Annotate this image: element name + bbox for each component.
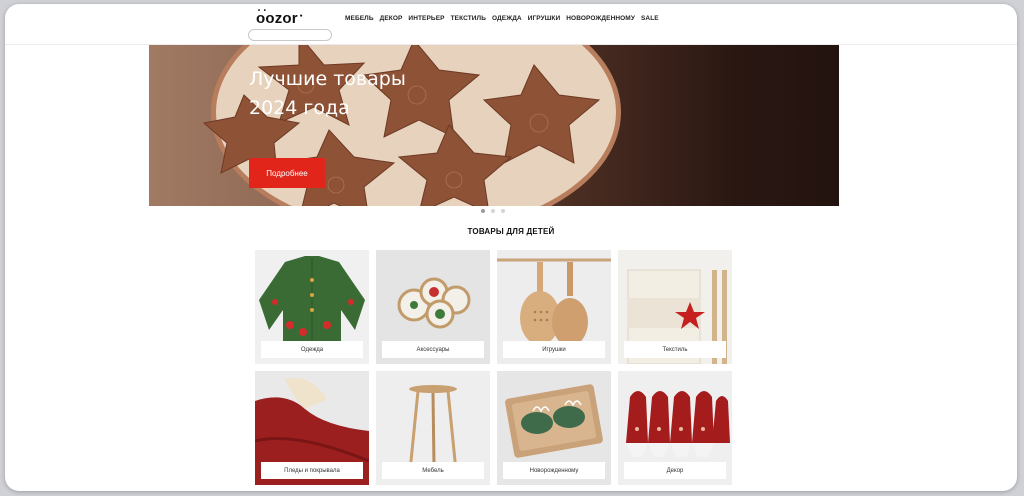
logo-dots: • •: [258, 8, 267, 14]
category-label: Аксессуары: [382, 341, 484, 358]
category-label: Новорожденному: [503, 462, 605, 479]
category-card-blankets[interactable]: Пледы и покрывала: [255, 371, 369, 485]
nav-item-furniture[interactable]: Мебель: [345, 15, 374, 22]
nav-item-clothes[interactable]: Одежда: [492, 15, 522, 22]
section-title: ТОВАРЫ ДЛЯ ДЕТЕЙ: [467, 227, 555, 236]
nav-item-newborn[interactable]: Новорожденному: [566, 15, 635, 22]
category-grid: Одежда Аксессуары Игрушки Текстиль Пледы…: [255, 250, 732, 485]
category-label: Мебель: [382, 462, 484, 479]
category-label: Декор: [624, 462, 726, 479]
category-label: Пледы и покрывала: [261, 462, 363, 479]
hero-banner[interactable]: Лучшие товары 2024 года Подробнее: [149, 45, 839, 206]
nav-item-toys[interactable]: Игрушки: [528, 15, 561, 22]
category-label: Текстиль: [624, 341, 726, 358]
category-label: Игрушки: [503, 341, 605, 358]
site-logo[interactable]: • • oozor ●: [256, 8, 303, 27]
category-card-accessories[interactable]: Аксессуары: [376, 250, 490, 364]
nav-item-decor[interactable]: Декор: [380, 15, 403, 22]
category-label: Одежда: [261, 341, 363, 358]
category-card-clothes[interactable]: Одежда: [255, 250, 369, 364]
carousel-dot-2[interactable]: [491, 209, 495, 213]
site-header: • • oozor ● Мебель Декор Интерьер Тексти…: [5, 4, 1017, 45]
hero-more-button[interactable]: Подробнее: [249, 158, 325, 188]
carousel-dot-3[interactable]: [501, 209, 505, 213]
category-card-decor[interactable]: Декор: [618, 371, 732, 485]
category-card-toys[interactable]: Игрушки: [497, 250, 611, 364]
search-input[interactable]: [248, 29, 332, 41]
category-card-furniture[interactable]: Мебель: [376, 371, 490, 485]
nav-item-sale[interactable]: Sale: [641, 15, 659, 22]
category-card-textile[interactable]: Текстиль: [618, 250, 732, 364]
hero-title: Лучшие товары 2024 года: [249, 68, 406, 119]
nav-item-interior[interactable]: Интерьер: [408, 15, 444, 22]
browser-window: • • oozor ● Мебель Декор Интерьер Тексти…: [5, 4, 1017, 491]
carousel-dot-1[interactable]: [481, 209, 485, 213]
main-nav: Мебель Декор Интерьер Текстиль Одежда Иг…: [345, 15, 659, 22]
carousel-dots: [481, 209, 505, 213]
category-card-newborn[interactable]: Новорожденному: [497, 371, 611, 485]
nav-item-textile[interactable]: Текстиль: [451, 15, 486, 22]
